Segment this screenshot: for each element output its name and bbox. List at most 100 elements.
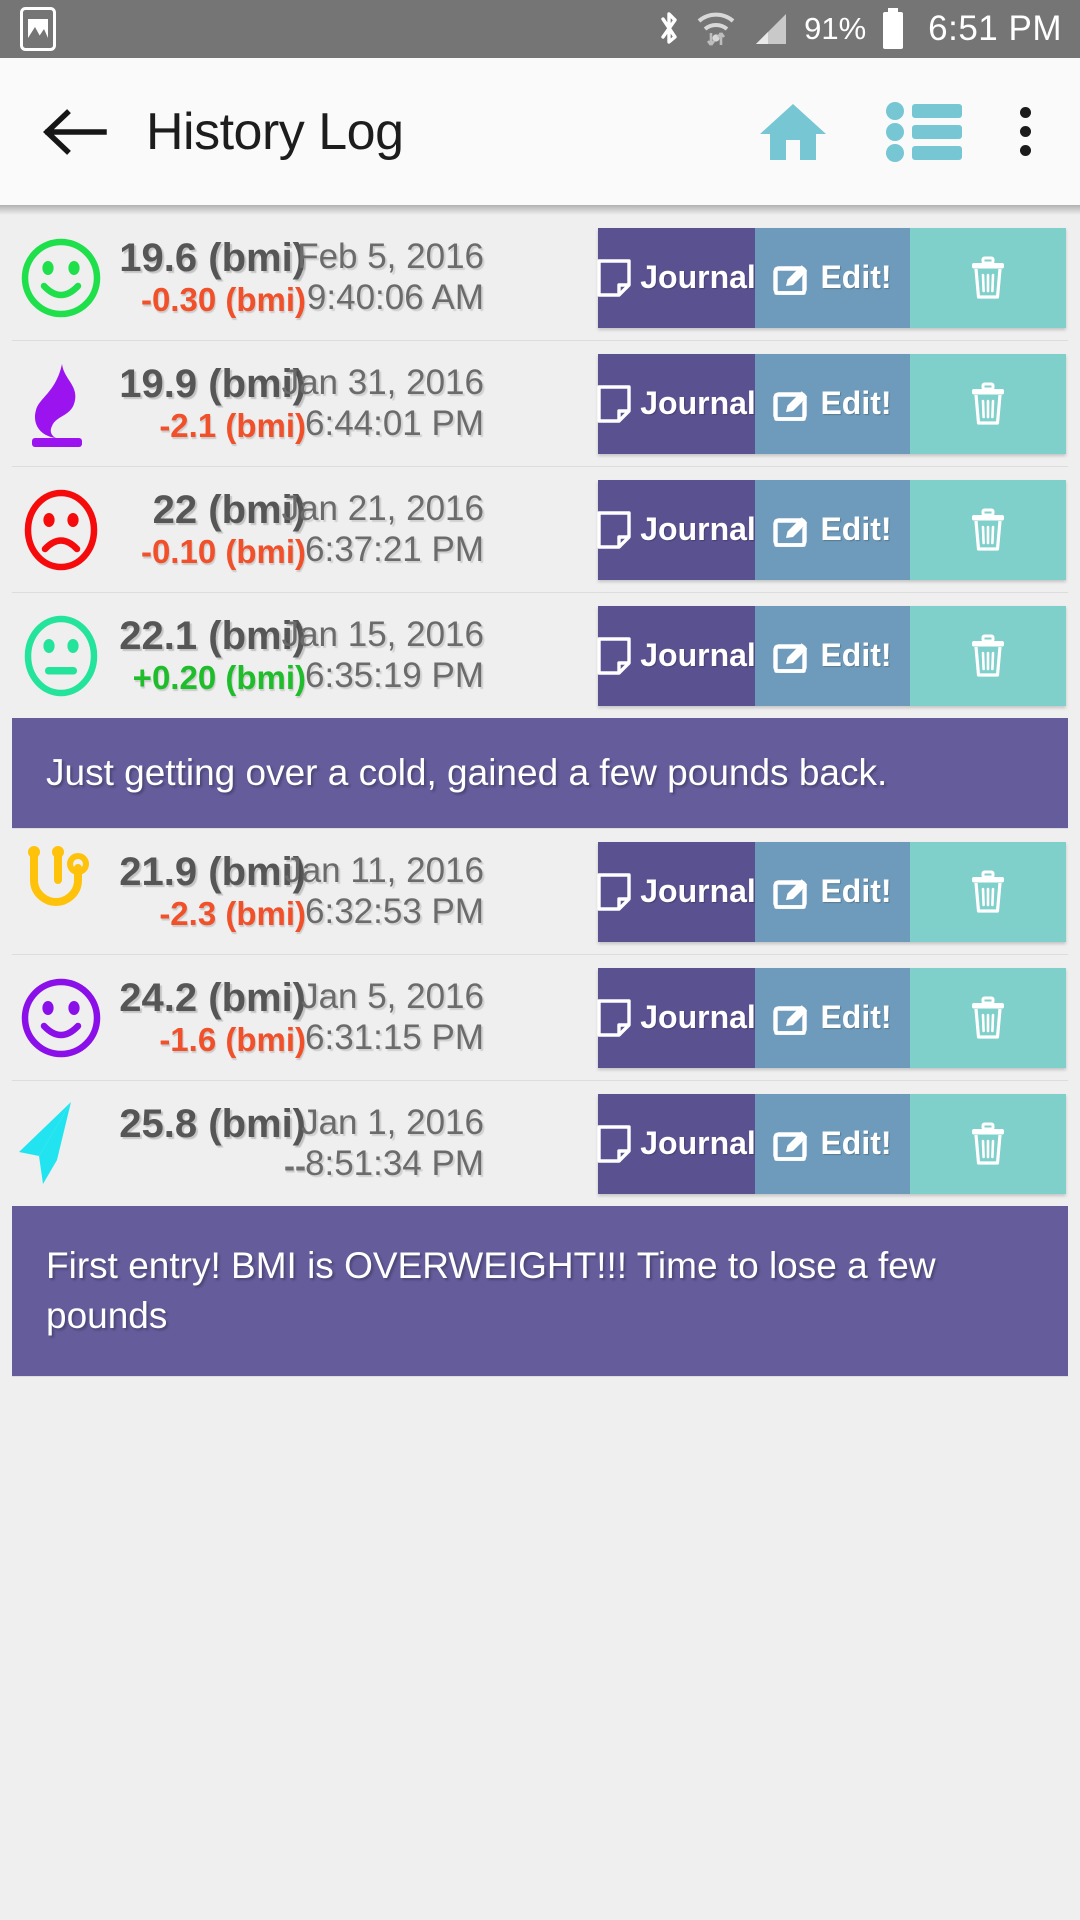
- status-bar-right: 91% 6:51 PM: [656, 7, 1062, 51]
- delete-button[interactable]: [910, 605, 1066, 706]
- pencil-icon: [773, 638, 811, 674]
- pencil-icon: [773, 390, 808, 421]
- bmi-cell: 19.6 (bmi) -0.30 (bmi): [112, 236, 312, 319]
- edit-button[interactable]: Edit!: [755, 841, 910, 942]
- pencil-icon: [773, 1130, 808, 1161]
- history-entry-row[interactable]: 25.8 (bmi) -- Jan 1, 2016 8:51:34 PM Jou…: [0, 1081, 1080, 1206]
- row-actions: Journal Edit!: [597, 227, 1066, 328]
- edit-button[interactable]: Edit!: [755, 353, 910, 454]
- edit-button[interactable]: Edit!: [755, 227, 910, 328]
- journal-button[interactable]: Journal: [597, 605, 756, 706]
- bmi-delta: -1.6 (bmi): [159, 1020, 306, 1058]
- status-bar: 91% 6:51 PM: [0, 0, 1080, 58]
- journal-button[interactable]: Journal: [597, 841, 756, 942]
- battery-icon: [880, 7, 906, 51]
- note-icon: [597, 510, 631, 549]
- row-actions: Journal Edit!: [597, 353, 1066, 454]
- bmi-value: 19.9 (bmi): [119, 362, 306, 407]
- bmi-value: 22.1 (bmi): [119, 614, 306, 659]
- app-bar-shadow: [0, 205, 1080, 215]
- history-entry-row[interactable]: 22 (bmi) -0.10 (bmi) Jan 21, 2016 6:37:2…: [0, 467, 1080, 592]
- history-entry-row[interactable]: 19.9 (bmi) -2.1 (bmi) Jan 31, 2016 6:44:…: [0, 341, 1080, 466]
- trash-icon: [972, 870, 1004, 913]
- history-entry-row[interactable]: 19.6 (bmi) -0.30 (bmi) Feb 5, 2016 9:40:…: [0, 215, 1080, 340]
- delete-button[interactable]: [910, 479, 1066, 580]
- paper-plane-icon: [10, 1098, 112, 1190]
- home-icon[interactable]: [756, 100, 830, 164]
- smiley-sad-icon: [10, 487, 112, 573]
- edit-button[interactable]: Edit!: [755, 479, 910, 580]
- journal-button-label: Journal: [640, 637, 756, 673]
- journal-button[interactable]: Journal: [597, 967, 756, 1068]
- pencil-icon: [773, 874, 811, 910]
- trash-icon: [972, 634, 1004, 677]
- history-entry-row[interactable]: 24.2 (bmi) -1.6 (bmi) Jan 5, 2016 6:31:1…: [0, 955, 1080, 1080]
- trash-icon: [969, 996, 1007, 1040]
- journal-button[interactable]: Journal: [597, 1093, 756, 1194]
- history-entry-row[interactable]: 22.1 (bmi) +0.20 (bmi) Jan 15, 2016 6:35…: [0, 593, 1080, 718]
- journal-button-label: Journal: [640, 1125, 756, 1161]
- entry-time: 6:32:53 PM: [305, 891, 484, 931]
- signal-icon: [750, 8, 790, 50]
- note-icon: [597, 872, 631, 911]
- edit-button-label: Edit!: [820, 511, 892, 547]
- pencil-icon: [773, 264, 808, 295]
- bmi-cell: 25.8 (bmi) --: [112, 1102, 312, 1185]
- entry-date: Jan 15, 2016: [281, 614, 484, 654]
- edit-button[interactable]: Edit!: [755, 1093, 910, 1194]
- edit-button-label: Edit!: [820, 637, 892, 673]
- edit-button-label: Edit!: [820, 259, 892, 295]
- timestamp-cell: Jan 21, 2016 6:37:21 PM: [282, 489, 492, 570]
- bmi-value: 19.6 (bmi): [119, 236, 306, 281]
- delete-button[interactable]: [910, 1093, 1066, 1194]
- bmi-delta: -0.30 (bmi): [140, 280, 306, 318]
- stethoscope-icon: [10, 845, 112, 938]
- row-actions: Journal Edit!: [597, 479, 1066, 580]
- delete-button[interactable]: [910, 353, 1066, 454]
- delete-button[interactable]: [910, 841, 1066, 942]
- back-arrow-icon[interactable]: [40, 97, 110, 167]
- history-entry-row[interactable]: 21.9 (bmi) -2.3 (bmi) Jan 11, 2016 6:32:…: [0, 829, 1080, 954]
- status-bar-clock: 6:51 PM: [928, 9, 1062, 48]
- journal-button-label: Journal: [640, 259, 756, 295]
- edit-button[interactable]: Edit!: [755, 605, 910, 706]
- bmi-delta: -2.1 (bmi): [159, 406, 306, 444]
- status-bar-left: [20, 7, 56, 51]
- list-icon[interactable]: [886, 101, 962, 162]
- smiley-happy-icon: [10, 235, 112, 321]
- journal-note[interactable]: Just getting over a cold, gained a few p…: [12, 718, 1068, 828]
- note-icon: [597, 258, 631, 297]
- journal-button-label: Journal: [640, 873, 756, 909]
- delete-button[interactable]: [910, 227, 1066, 328]
- app-bar: History Log: [0, 58, 1080, 205]
- journal-note[interactable]: First entry! BMI is OVERWEIGHT!!! Time t…: [12, 1206, 1068, 1376]
- timestamp-cell: Jan 15, 2016 6:35:19 PM: [282, 615, 492, 696]
- bmi-delta: --: [284, 1146, 306, 1184]
- trash-icon: [969, 634, 1007, 678]
- journal-button-label: Journal: [640, 999, 756, 1035]
- bmi-value: 25.8 (bmi): [119, 1102, 306, 1147]
- journal-button[interactable]: Journal: [597, 353, 756, 454]
- battery-percent: 91%: [804, 11, 867, 46]
- entry-date: Jan 31, 2016: [281, 362, 484, 402]
- page-title: History Log: [146, 102, 404, 161]
- journal-button[interactable]: Journal: [597, 479, 756, 580]
- trash-icon: [972, 1122, 1004, 1165]
- trash-icon: [969, 508, 1007, 552]
- pencil-icon: [773, 512, 811, 548]
- note-icon: [597, 1124, 631, 1163]
- pencil-icon: [773, 1000, 811, 1036]
- delete-button[interactable]: [910, 967, 1066, 1068]
- entry-date: Jan 1, 2016: [301, 1102, 484, 1142]
- overflow-menu-icon[interactable]: [1018, 107, 1032, 156]
- journal-button[interactable]: Journal: [597, 227, 756, 328]
- entry-time: 6:31:15 PM: [305, 1017, 484, 1057]
- entry-date: Jan 5, 2016: [301, 976, 484, 1016]
- edit-button[interactable]: Edit!: [755, 967, 910, 1068]
- trash-icon: [972, 508, 1004, 551]
- wifi-icon: [696, 8, 736, 50]
- pencil-icon: [773, 386, 811, 422]
- bmi-value: 21.9 (bmi): [119, 850, 306, 895]
- pencil-icon: [773, 642, 808, 673]
- entry-date: Jan 21, 2016: [281, 488, 484, 528]
